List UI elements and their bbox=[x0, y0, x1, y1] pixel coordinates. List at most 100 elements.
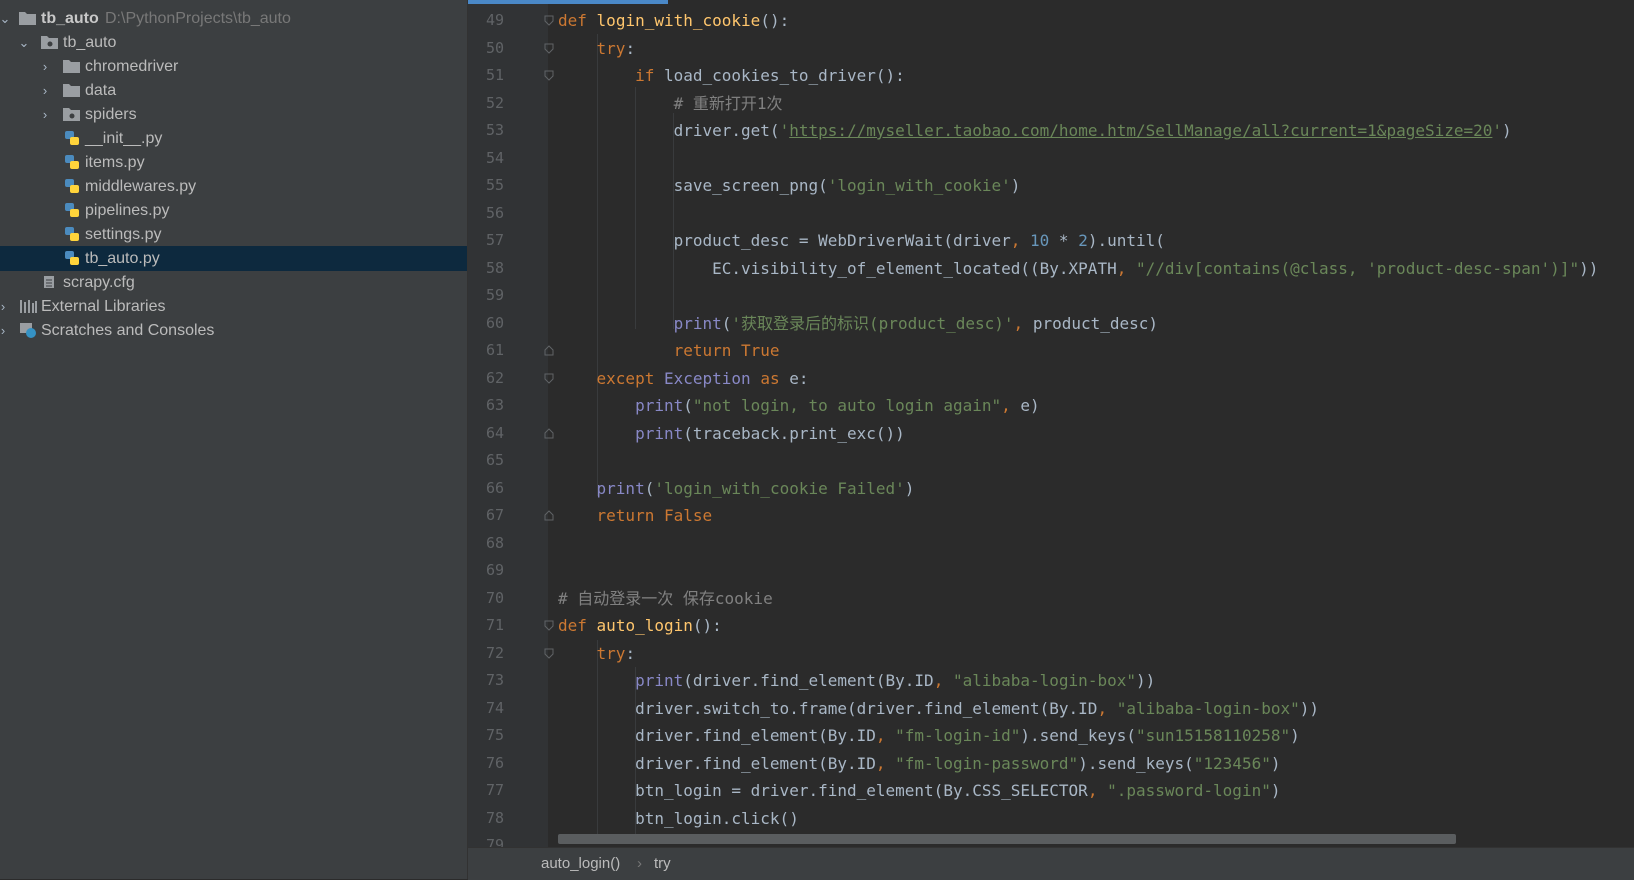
tree-row-root[interactable]: ⌄ tb_auto D:\PythonProjects\tb_auto bbox=[0, 6, 467, 31]
code-line[interactable]: 50 try: bbox=[468, 35, 1634, 63]
code-editor[interactable]: 49 def login_with_cookie(): 50 try: 51 if l… bbox=[468, 0, 1634, 847]
code-token: (): bbox=[692, 616, 722, 635]
code-token[interactable]: https://myseller.taobao.com/home.htm/Sel… bbox=[789, 121, 1492, 140]
code-line[interactable]: 65 bbox=[468, 447, 1634, 475]
code-line[interactable]: 66 print('login_with_cookie Failed') bbox=[468, 475, 1634, 503]
line-number[interactable]: 52 bbox=[468, 90, 504, 118]
line-number[interactable]: 53 bbox=[468, 117, 504, 145]
chevron-right-icon[interactable]: › bbox=[0, 294, 10, 319]
code-line[interactable]: 49 def login_with_cookie(): bbox=[468, 7, 1634, 35]
code-line[interactable]: 55 save_screen_png('login_with_cookie') bbox=[468, 172, 1634, 200]
code-line[interactable]: 68 bbox=[468, 530, 1634, 558]
fold-end-icon[interactable] bbox=[544, 337, 554, 365]
tree-row-external-libraries[interactable]: › External Libraries bbox=[0, 294, 467, 319]
line-number[interactable]: 51 bbox=[468, 62, 504, 90]
line-number[interactable]: 73 bbox=[468, 667, 504, 695]
code-text: if load_cookies_to_driver(): bbox=[558, 62, 905, 90]
code-line[interactable]: 78 btn_login.click() bbox=[468, 805, 1634, 833]
line-number[interactable]: 71 bbox=[468, 612, 504, 640]
code-line[interactable]: 58 EC.visibility_of_element_located((By.… bbox=[468, 255, 1634, 283]
code-line[interactable]: 57 product_desc = WebDriverWait(driver, … bbox=[468, 227, 1634, 255]
code-line[interactable]: 77 btn_login = driver.find_element(By.CS… bbox=[468, 777, 1634, 805]
tree-row-tb-auto-package[interactable]: ⌄ tb_auto bbox=[0, 30, 467, 55]
line-number[interactable]: 57 bbox=[468, 227, 504, 255]
chevron-right-icon[interactable]: › bbox=[38, 54, 52, 79]
tree-row-settings-py[interactable]: settings.py bbox=[0, 222, 467, 247]
fold-open-icon[interactable] bbox=[544, 612, 554, 640]
tree-row-pipelines-py[interactable]: pipelines.py bbox=[0, 198, 467, 223]
chevron-right-icon[interactable]: › bbox=[38, 102, 52, 127]
line-number[interactable]: 49 bbox=[468, 7, 504, 35]
code-line[interactable]: 67 return False bbox=[468, 502, 1634, 530]
chevron-down-icon[interactable]: ⌄ bbox=[0, 6, 12, 31]
line-number[interactable]: 66 bbox=[468, 475, 504, 503]
code-line[interactable]: 63 print("not login, to auto login again… bbox=[468, 392, 1634, 420]
code-line[interactable]: 64 print(traceback.print_exc()) bbox=[468, 420, 1634, 448]
code-line[interactable]: 61 return True bbox=[468, 337, 1634, 365]
tree-row-scratches[interactable]: › Scratches and Consoles bbox=[0, 318, 467, 343]
fold-open-icon[interactable] bbox=[544, 35, 554, 63]
horizontal-scrollbar[interactable] bbox=[558, 834, 1456, 844]
code-line[interactable]: 73 print(driver.find_element(By.ID, "ali… bbox=[468, 667, 1634, 695]
code-line[interactable]: 52 # 重新打开1次 bbox=[468, 90, 1634, 118]
tree-row-scrapy-cfg[interactable]: scrapy.cfg bbox=[0, 270, 467, 295]
line-number[interactable]: 63 bbox=[468, 392, 504, 420]
line-number[interactable]: 76 bbox=[468, 750, 504, 778]
line-number[interactable]: 55 bbox=[468, 172, 504, 200]
line-number[interactable]: 69 bbox=[468, 557, 504, 585]
tree-row-chromedriver[interactable]: › chromedriver bbox=[0, 54, 467, 79]
line-number[interactable]: 74 bbox=[468, 695, 504, 723]
line-number[interactable]: 61 bbox=[468, 337, 504, 365]
tree-row-tb-auto-py[interactable]: tb_auto.py bbox=[0, 246, 467, 271]
line-number[interactable]: 58 bbox=[468, 255, 504, 283]
code-line[interactable]: 74 driver.switch_to.frame(driver.find_el… bbox=[468, 695, 1634, 723]
code-line[interactable]: 75 driver.find_element(By.ID, "fm-login-… bbox=[468, 722, 1634, 750]
fold-end-icon[interactable] bbox=[544, 420, 554, 448]
line-number[interactable]: 77 bbox=[468, 777, 504, 805]
fold-end-icon[interactable] bbox=[544, 502, 554, 530]
code-line[interactable]: 69 bbox=[468, 557, 1634, 585]
line-number[interactable]: 78 bbox=[468, 805, 504, 833]
line-number[interactable]: 67 bbox=[468, 502, 504, 530]
tree-row-middlewares-py[interactable]: middlewares.py bbox=[0, 174, 467, 199]
tree-row-spiders[interactable]: › spiders bbox=[0, 102, 467, 127]
fold-open-icon[interactable] bbox=[544, 62, 554, 90]
code-token: "//div[contains(@class, 'product-desc-sp… bbox=[1135, 258, 1580, 278]
tree-row-init-py[interactable]: __init__.py bbox=[0, 126, 467, 151]
line-number[interactable]: 54 bbox=[468, 145, 504, 173]
code-line[interactable]: 71 def auto_login(): bbox=[468, 612, 1634, 640]
line-number[interactable]: 72 bbox=[468, 640, 504, 668]
tree-row-data[interactable]: › data bbox=[0, 78, 467, 103]
line-number[interactable]: 59 bbox=[468, 282, 504, 310]
fold-open-icon[interactable] bbox=[544, 7, 554, 35]
code-line[interactable]: 62 except Exception as e: bbox=[468, 365, 1634, 393]
code-text: driver.switch_to.frame(driver.find_eleme… bbox=[558, 695, 1319, 723]
breadcrumb-block[interactable]: try bbox=[654, 848, 671, 880]
code-line[interactable]: 53 driver.get('https://myseller.taobao.c… bbox=[468, 117, 1634, 145]
code-line[interactable]: 54 bbox=[468, 145, 1634, 173]
chevron-right-icon[interactable]: › bbox=[38, 78, 52, 103]
code-line[interactable]: 76 driver.find_element(By.ID, "fm-login-… bbox=[468, 750, 1634, 778]
line-number[interactable]: 79 bbox=[468, 832, 504, 847]
line-number[interactable]: 56 bbox=[468, 200, 504, 228]
breadcrumb-function[interactable]: auto_login() bbox=[541, 848, 620, 880]
fold-open-icon[interactable] bbox=[544, 365, 554, 393]
chevron-right-icon[interactable]: › bbox=[0, 318, 10, 343]
line-number[interactable]: 70 bbox=[468, 585, 504, 613]
code-line[interactable]: 60 print('获取登录后的标识(product_desc)', produ… bbox=[468, 310, 1634, 338]
fold-open-icon[interactable] bbox=[544, 640, 554, 668]
line-number[interactable]: 60 bbox=[468, 310, 504, 338]
line-number[interactable]: 62 bbox=[468, 365, 504, 393]
code-line[interactable]: 70 # 自动登录一次 保存cookie bbox=[468, 585, 1634, 613]
code-line[interactable]: 72 try: bbox=[468, 640, 1634, 668]
code-line[interactable]: 56 bbox=[468, 200, 1634, 228]
line-number[interactable]: 65 bbox=[468, 447, 504, 475]
chevron-down-icon[interactable]: ⌄ bbox=[17, 30, 31, 55]
line-number[interactable]: 64 bbox=[468, 420, 504, 448]
line-number[interactable]: 75 bbox=[468, 722, 504, 750]
line-number[interactable]: 50 bbox=[468, 35, 504, 63]
tree-row-items-py[interactable]: items.py bbox=[0, 150, 467, 175]
code-line[interactable]: 59 bbox=[468, 282, 1634, 310]
line-number[interactable]: 68 bbox=[468, 530, 504, 558]
code-line[interactable]: 51 if load_cookies_to_driver(): bbox=[468, 62, 1634, 90]
